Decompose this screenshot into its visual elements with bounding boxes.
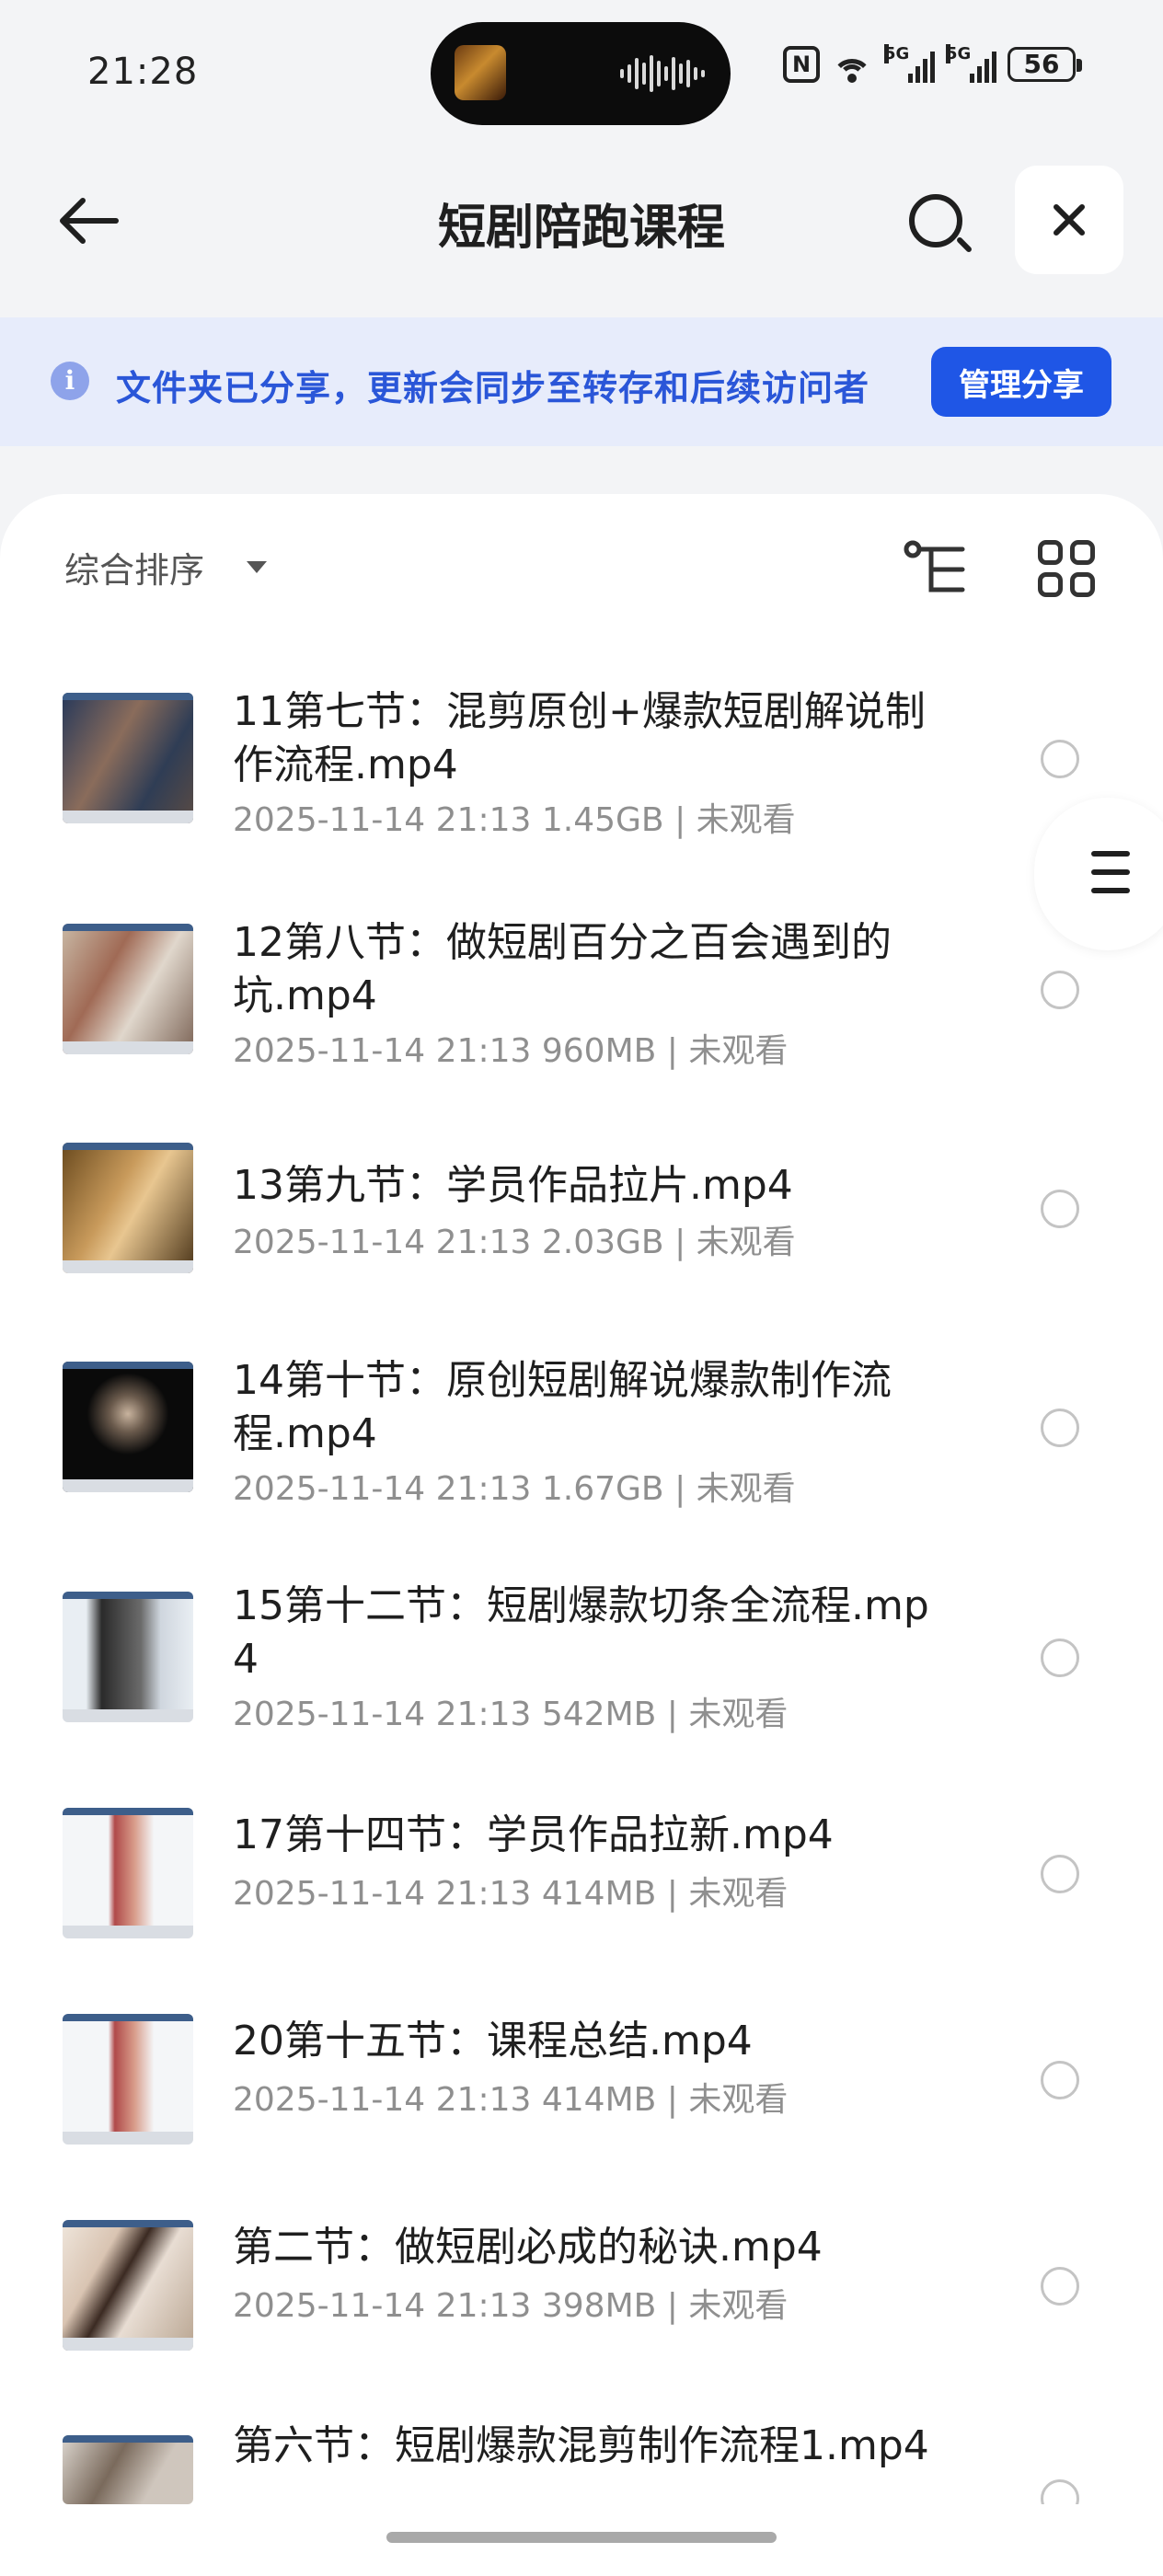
share-notice-text: 文件夹已分享，更新会同步至转存和后续访问者 [116,368,870,408]
close-button[interactable] [1015,166,1123,274]
page-title: 短剧陪跑课程 [437,201,725,256]
now-playing-artwork [455,45,506,100]
close-icon [1054,204,1085,236]
status-icons: N 5G 5G 56 [783,44,1082,83]
battery-icon: 56 [1008,47,1082,82]
info-icon: i [51,362,89,400]
header: 短剧陪跑课程 [0,156,1163,285]
file-list-panel: 综合排序 11第七节：混剪原创+爆款短剧解说制作流程.mp4 2025-11-1… [0,494,1163,2576]
cellular-signal-1-icon: 5G [884,44,935,83]
cellular-signal-2-icon: 5G [946,44,996,83]
audio-waveform-icon [620,53,705,94]
nfc-icon: N [783,46,820,83]
wifi-icon [831,46,873,83]
menu-icon [1091,851,1130,893]
status-time: 21:28 [87,51,199,93]
manage-share-button[interactable]: 管理分享 [931,347,1111,417]
side-menu-handle[interactable] [1034,798,1163,950]
list-item[interactable]: 第六节：短剧爆款混剪制作流程1.mp4 [0,494,1163,2504]
share-notice-banner: i 文件夹已分享，更新会同步至转存和后续访问者 管理分享 [0,317,1163,446]
home-indicator[interactable] [386,2532,777,2543]
file-name: 第六节：短剧爆款混剪制作流程1.mp4 [233,2422,929,2469]
select-checkbox[interactable] [1041,2479,1079,2504]
video-thumbnail [63,2435,193,2504]
search-button[interactable] [902,187,975,260]
status-bar: 21:28 N 5G 5G 56 [0,0,1163,147]
dynamic-island[interactable] [431,22,731,125]
search-icon [909,194,962,247]
